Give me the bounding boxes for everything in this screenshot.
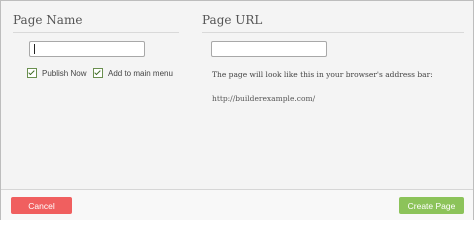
publish-now-checkbox[interactable] (27, 68, 37, 78)
add-to-menu-option[interactable]: Add to main menu (93, 68, 173, 78)
page-url-title: Page URL (202, 13, 464, 33)
page-name-title: Page Name (13, 13, 179, 33)
dialog-footer: Cancel Create Page (1, 189, 473, 220)
create-page-button[interactable]: Create Page (399, 197, 464, 214)
add-to-menu-checkbox[interactable] (93, 68, 103, 78)
example-url-text: http://builderexample.com/ (212, 94, 316, 103)
cancel-button[interactable]: Cancel (11, 197, 72, 214)
publish-now-label: Publish Now (42, 68, 87, 78)
create-page-dialog: Page Name Publish Now Add to main menu P… (0, 0, 474, 220)
page-url-input[interactable] (211, 41, 327, 57)
publish-now-option[interactable]: Publish Now (27, 68, 86, 78)
add-to-menu-label: Add to main menu (108, 68, 173, 78)
url-hint-text: The page will look like this in your bro… (212, 70, 433, 79)
text-caret (34, 44, 35, 54)
page-name-input[interactable] (29, 41, 145, 57)
